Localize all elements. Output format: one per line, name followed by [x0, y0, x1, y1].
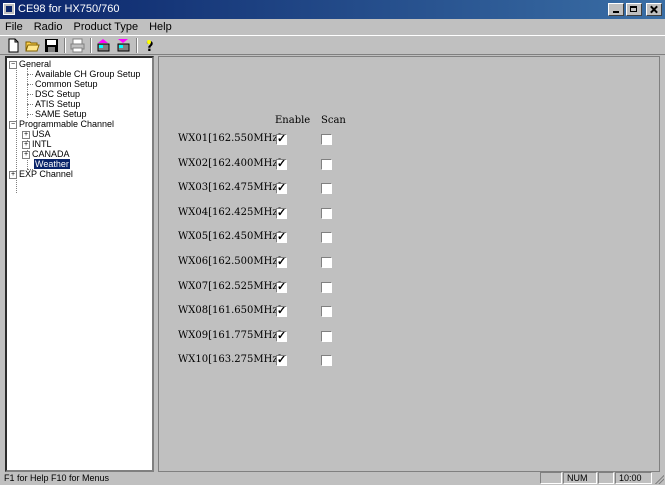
channel-label: WX01[162.550MHz]: [178, 133, 282, 144]
menu-help[interactable]: Help: [144, 19, 178, 35]
tree-item-atis-setup[interactable]: ATIS Setup: [35, 99, 80, 109]
expand-icon[interactable]: +: [9, 170, 17, 179]
channel-label: WX10[163.275MHz]: [178, 354, 282, 365]
scan-checkbox[interactable]: [321, 355, 332, 366]
status-num: NUM: [563, 472, 597, 484]
channel-label: WX06[162.500MHz]: [178, 256, 282, 267]
enable-checkbox[interactable]: [276, 353, 287, 366]
enable-checkbox[interactable]: [276, 280, 287, 293]
scan-checkbox[interactable]: [321, 134, 332, 145]
channel-label: WX02[162.400MHz]: [178, 158, 282, 169]
menu-bar: File Radio Product Type Help: [0, 19, 665, 35]
print-icon[interactable]: [70, 38, 85, 53]
channel-label: WX05[162.450MHz]: [178, 231, 282, 242]
write-radio-icon[interactable]: [116, 38, 131, 53]
collapse-icon[interactable]: −: [9, 60, 17, 69]
enable-checkbox[interactable]: [276, 206, 287, 219]
scan-checkbox[interactable]: [321, 232, 332, 243]
window-title: CE98 for HX750/760: [18, 3, 120, 15]
enable-checkbox[interactable]: [276, 157, 287, 170]
channel-label: WX03[162.475MHz]: [178, 182, 282, 193]
title-bar[interactable]: CE98 for HX750/760: [0, 0, 665, 19]
enable-checkbox[interactable]: [276, 132, 287, 145]
enable-checkbox[interactable]: [276, 230, 287, 243]
expand-icon[interactable]: +: [22, 140, 30, 149]
enable-checkbox[interactable]: [276, 329, 287, 342]
menu-radio[interactable]: Radio: [29, 19, 69, 35]
close-button[interactable]: [646, 3, 662, 16]
tree-item-usa[interactable]: + USA: [22, 129, 51, 139]
channel-label: WX09[161.775MHz]: [178, 330, 282, 341]
tree-item-available-ch-group-setup[interactable]: Available CH Group Setup: [35, 69, 140, 79]
expand-icon[interactable]: +: [22, 150, 30, 159]
tree-item-same-setup[interactable]: SAME Setup: [35, 109, 87, 119]
scan-checkbox[interactable]: [321, 183, 332, 194]
scan-checkbox[interactable]: [321, 331, 332, 342]
tree-item-canada[interactable]: + CANADA: [22, 149, 70, 159]
resize-grip[interactable]: [654, 474, 664, 484]
read-radio-icon[interactable]: [96, 38, 111, 53]
navigation-tree[interactable]: − General Available CH Group Setup Common…: [5, 56, 154, 472]
expand-icon[interactable]: +: [22, 130, 30, 139]
help-icon[interactable]: ?: [142, 38, 157, 53]
tree-item-general[interactable]: − General: [9, 59, 51, 69]
scan-column-header: Scan: [321, 115, 346, 126]
scan-checkbox[interactable]: [321, 306, 332, 317]
channel-label: WX08[161.650MHz]: [178, 305, 282, 316]
enable-checkbox[interactable]: [276, 181, 287, 194]
new-file-icon[interactable]: [6, 38, 21, 53]
scan-checkbox[interactable]: [321, 257, 332, 268]
channel-label: WX04[162.425MHz]: [178, 207, 282, 218]
menu-file[interactable]: File: [0, 19, 29, 35]
collapse-icon[interactable]: −: [9, 120, 17, 129]
toolbar: ?: [0, 35, 665, 55]
enable-checkbox[interactable]: [276, 255, 287, 268]
status-time: 10:00: [615, 472, 652, 484]
status-panel-scroll: [598, 472, 614, 484]
enable-checkbox[interactable]: [276, 304, 287, 317]
status-panel-caps: [540, 472, 562, 484]
enable-column-header: Enable: [275, 115, 311, 126]
scan-checkbox[interactable]: [321, 282, 332, 293]
scan-checkbox[interactable]: [321, 159, 332, 170]
tree-item-exp-channel[interactable]: + EXP Channel: [9, 169, 73, 179]
tree-item-intl[interactable]: + INTL: [22, 139, 52, 149]
tree-item-weather[interactable]: Weather: [34, 159, 70, 169]
menu-product-type[interactable]: Product Type: [68, 19, 144, 35]
status-bar: F1 for Help F10 for Menus NUM 10:00: [0, 472, 665, 485]
tree-item-common-setup[interactable]: Common Setup: [35, 79, 98, 89]
save-icon[interactable]: [44, 38, 59, 53]
tree-item-dsc-setup[interactable]: DSC Setup: [35, 89, 80, 99]
maximize-button[interactable]: [626, 3, 642, 16]
app-icon[interactable]: [3, 3, 15, 15]
channel-label: WX07[162.525MHz]: [178, 281, 282, 292]
open-folder-icon[interactable]: [25, 38, 40, 53]
status-help-text: F1 for Help F10 for Menus: [4, 473, 110, 483]
scan-checkbox[interactable]: [321, 208, 332, 219]
tree-item-programmable-channel[interactable]: − Programmable Channel: [9, 119, 114, 129]
minimize-button[interactable]: [608, 3, 624, 16]
